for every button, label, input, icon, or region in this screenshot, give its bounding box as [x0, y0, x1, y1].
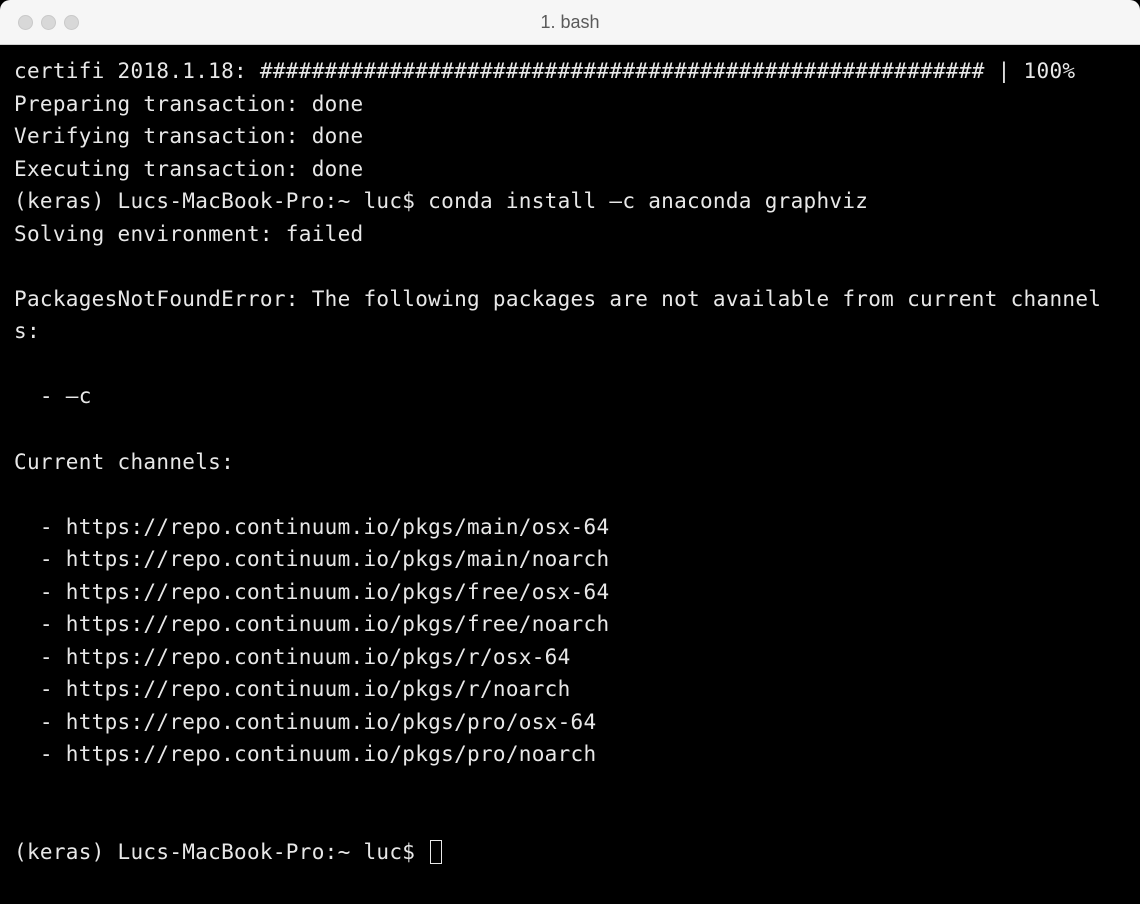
terminal-line: Solving environment: failed — [14, 222, 363, 246]
terminal-line: - https://repo.continuum.io/pkgs/main/no… — [14, 547, 609, 571]
terminal-line: - https://repo.continuum.io/pkgs/pro/osx… — [14, 710, 596, 734]
terminal-line: - https://repo.continuum.io/pkgs/r/noarc… — [14, 677, 571, 701]
terminal-body[interactable]: certifi 2018.1.18: #####################… — [0, 45, 1140, 904]
cursor-icon — [430, 840, 442, 864]
close-button[interactable] — [18, 15, 33, 30]
zoom-button[interactable] — [64, 15, 79, 30]
terminal-line: - https://repo.continuum.io/pkgs/r/osx-6… — [14, 645, 571, 669]
terminal-line: Current channels: — [14, 450, 234, 474]
minimize-button[interactable] — [41, 15, 56, 30]
traffic-lights — [0, 15, 79, 30]
terminal-line: Executing transaction: done — [14, 157, 363, 181]
titlebar: 1. bash — [0, 0, 1140, 45]
terminal-line: Preparing transaction: done — [14, 92, 363, 116]
terminal-line: - https://repo.continuum.io/pkgs/free/no… — [14, 612, 609, 636]
terminal-window: 1. bash certifi 2018.1.18: #############… — [0, 0, 1140, 904]
terminal-line: - https://repo.continuum.io/pkgs/free/os… — [14, 580, 609, 604]
terminal-line: certifi 2018.1.18: #####################… — [14, 59, 1075, 83]
terminal-line: PackagesNotFoundError: The following pac… — [14, 287, 1101, 344]
terminal-line: (keras) Lucs-MacBook-Pro:~ luc$ conda in… — [14, 189, 868, 213]
window-title: 1. bash — [540, 12, 599, 33]
terminal-prompt: (keras) Lucs-MacBook-Pro:~ luc$ — [14, 840, 428, 864]
terminal-line: Verifying transaction: done — [14, 124, 363, 148]
terminal-line: - –c — [14, 384, 92, 408]
terminal-line: - https://repo.continuum.io/pkgs/main/os… — [14, 515, 609, 539]
terminal-line: - https://repo.continuum.io/pkgs/pro/noa… — [14, 742, 596, 766]
